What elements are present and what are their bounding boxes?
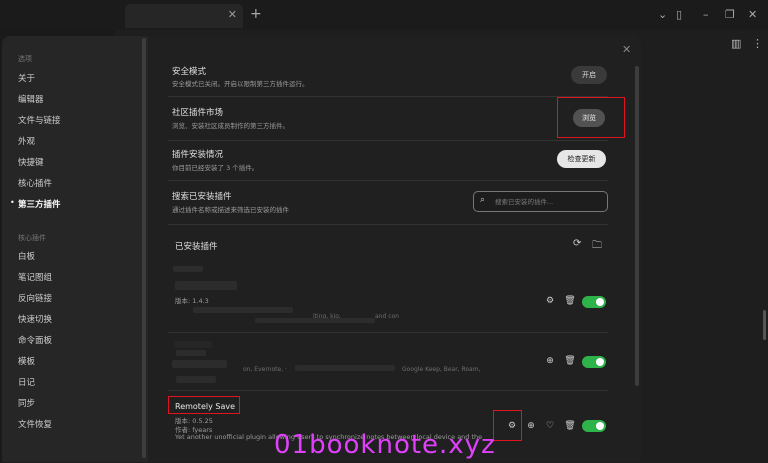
redacted-area (175, 281, 237, 290)
redacted-area (173, 266, 203, 272)
redacted-area (174, 341, 212, 348)
install-status-desc: 你目前已经安装了 3 个插件。 (172, 164, 259, 172)
reload-icon[interactable]: ⟳ (573, 238, 581, 249)
divider (168, 140, 608, 141)
plugin-toggle[interactable] (582, 420, 606, 432)
editor-tab[interactable]: ✕ (125, 4, 243, 28)
delete-icon[interactable]: 🗑 (564, 296, 576, 306)
sidebar-item-file-recovery[interactable]: 文件恢复 (18, 418, 52, 430)
sidebar-item-editor[interactable]: 编辑器 (18, 93, 44, 105)
scrollbar[interactable] (763, 310, 766, 340)
folder-icon[interactable]: 🗀 (592, 238, 602, 255)
sidebar-item-appearance[interactable]: 外观 (18, 135, 35, 147)
sidebar-item-files-links[interactable]: 文件与链接 (18, 114, 61, 126)
divider (168, 332, 608, 333)
delete-icon[interactable]: 🗑 (564, 356, 576, 366)
plugin-desc-fragment: and con (375, 313, 399, 320)
search-input[interactable] (493, 194, 605, 210)
workspace-right-pane (644, 30, 768, 462)
sidebar-item-sync[interactable]: 同步 (18, 397, 35, 409)
divider (168, 180, 608, 181)
minimize-icon[interactable]: – (703, 8, 709, 21)
search-installed-box[interactable]: ⌕ (473, 191, 608, 212)
new-tab-icon[interactable]: + (250, 6, 262, 22)
restore-icon[interactable]: ❐ (725, 8, 735, 21)
sidebar-item-command-palette[interactable]: 命令面板 (18, 334, 52, 346)
sidebar-item-quick-switcher[interactable]: 快速切换 (18, 313, 52, 325)
plugin-settings-icon[interactable]: ⚙ (544, 296, 556, 306)
tab-close-icon[interactable]: ✕ (228, 8, 237, 21)
plugin-desc-fragment: Google Keep, Bear, Roam, (402, 366, 481, 373)
redacted-area (255, 318, 375, 323)
delete-icon[interactable]: 🗑 (564, 421, 576, 431)
sidebar-item-templates[interactable]: 模板 (18, 355, 35, 367)
active-indicator: • (10, 198, 15, 207)
close-window-icon[interactable]: ✕ (748, 8, 757, 21)
search-installed-desc: 通过插件名称或描述来筛选已安装的插件 (172, 206, 289, 214)
sidebar-item-backlinks[interactable]: 反向链接 (18, 292, 52, 304)
app-title-bar: ✕ + ⌄ ▯ – ❐ ✕ (0, 0, 768, 30)
highlight-box (168, 396, 240, 414)
close-icon[interactable]: ✕ (622, 43, 631, 56)
settings-modal: 选项 关于 编辑器 文件与链接 外观 快捷键 核心插件 • 第三方插件 核心插件… (2, 36, 641, 462)
sidebar-item-community-plugins[interactable]: 第三方插件 (18, 198, 61, 210)
plugin-desc-fragment: on, Evernote, · (243, 366, 287, 373)
watermark: 01booknote.xyz (274, 430, 496, 460)
sidebar-item-canvas[interactable]: 白板 (18, 250, 35, 262)
divider (168, 224, 608, 225)
sidebar-item-daily-notes[interactable]: 日记 (18, 376, 35, 388)
search-icon: ⌕ (480, 195, 486, 205)
sidebar-heading-core: 核心插件 (18, 234, 46, 242)
sidebar-item-graph[interactable]: 笔记图组 (18, 271, 52, 283)
search-installed-title: 搜索已安装插件 (172, 192, 232, 202)
plugin-toggle[interactable] (582, 296, 606, 308)
redacted-area (176, 350, 206, 356)
check-updates-button[interactable]: 检查更新 (557, 150, 606, 168)
settings-sidebar: 选项 关于 编辑器 文件与链接 外观 快捷键 核心插件 • 第三方插件 核心插件… (2, 36, 148, 462)
safe-mode-title: 安全模式 (172, 67, 207, 77)
content-scrollbar[interactable] (635, 66, 639, 386)
sidebar-scrollbar[interactable] (142, 38, 146, 458)
sidebar-item-about[interactable]: 关于 (18, 72, 35, 84)
community-market-desc: 浏览、安装社区成员制作的第三方插件。 (172, 122, 289, 130)
more-options-icon[interactable]: ⋮ (752, 37, 763, 50)
sidebar-item-hotkeys[interactable]: 快捷键 (18, 156, 44, 168)
highlight-box (557, 97, 625, 138)
installed-plugins-heading: 已安装插件 (175, 242, 218, 252)
install-update-icon[interactable]: ⊕ (525, 421, 537, 431)
install-update-icon[interactable]: ⊕ (544, 356, 556, 366)
plugin-toggle[interactable] (582, 356, 606, 368)
redacted-area (295, 365, 395, 371)
redacted-area (193, 307, 293, 313)
favorite-heart-icon[interactable]: ♡ (544, 421, 556, 431)
plugin-version: 版本: 1.4.3 (175, 297, 209, 305)
sidebar-item-core-plugins[interactable]: 核心插件 (18, 177, 52, 189)
divider (168, 390, 608, 391)
divider (168, 96, 608, 97)
sidebar-toggle-icon[interactable]: ▯ (676, 8, 682, 21)
highlight-box (493, 410, 522, 441)
reading-view-icon[interactable]: ▥ (731, 37, 741, 50)
install-status-title: 插件安装情况 (172, 150, 224, 160)
redacted-area (176, 376, 216, 383)
sidebar-heading-options: 选项 (18, 55, 32, 63)
community-market-title: 社区插件市场 (172, 108, 224, 118)
safe-mode-desc: 安全模式已关闭。开启以限制第三方插件运行。 (172, 80, 309, 88)
chevron-down-icon[interactable]: ⌄ (658, 8, 667, 21)
safe-mode-button[interactable]: 开启 (571, 66, 607, 84)
redacted-area (172, 360, 227, 368)
